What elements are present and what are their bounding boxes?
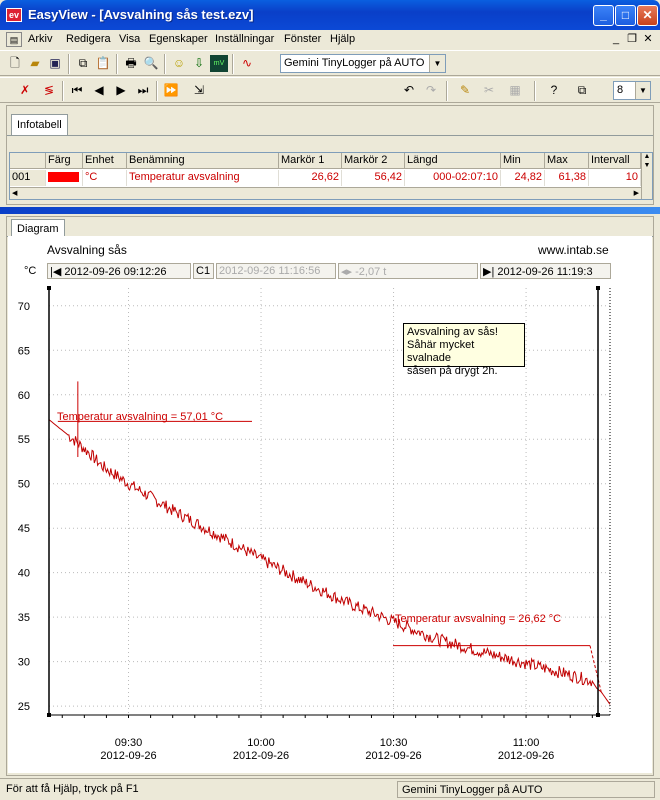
y-tick-label: 30 (18, 657, 30, 669)
note-line: Såhär mycket svalnade (407, 339, 475, 364)
cursor-handle (47, 286, 51, 290)
x-tick-label: 10:00 (247, 737, 275, 749)
status-help-text: För att få Hjälp, tryck på F1 (6, 783, 139, 795)
x-tick-date: 2012-09-26 (233, 750, 289, 762)
y-tick-label: 45 (18, 523, 30, 535)
y-tick-label: 70 (18, 301, 30, 313)
y-tick-label: 35 (18, 612, 30, 624)
x-tick-date: 2012-09-26 (365, 750, 421, 762)
marker2-label: Temperatur avsvalning = 26,62 °C (395, 613, 562, 625)
y-tick-label: 25 (18, 701, 30, 713)
note-line: Avsvalning av sås! (407, 326, 498, 338)
cursor-handle (596, 286, 600, 290)
y-tick-label: 65 (18, 345, 30, 357)
x-tick-date: 2012-09-26 (100, 750, 156, 762)
marker1-label: Temperatur avsvalning = 57,01 °C (57, 411, 224, 423)
annotation-note[interactable]: Avsvalning av sås! Såhär mycket svalnade… (403, 323, 525, 377)
y-tick-label: 50 (18, 479, 30, 491)
chart-svg: 2530354045505560657009:302012-09-2610:00… (18, 286, 611, 762)
x-tick-label: 10:30 (380, 737, 408, 749)
y-tick-label: 60 (18, 390, 30, 402)
x-tick-date: 2012-09-26 (498, 750, 554, 762)
status-bar: För att få Hjälp, tryck på F1 Gemini Tin… (0, 778, 660, 800)
cursor-handle (596, 713, 600, 717)
x-tick-label: 11:00 (513, 737, 540, 749)
y-tick-label: 40 (18, 568, 30, 580)
y-tick-label: 55 (18, 434, 30, 446)
x-tick-label: 09:30 (115, 737, 143, 749)
status-device: Gemini TinyLogger på AUTO (397, 781, 655, 798)
note-line: såsen på drygt 2h. (407, 365, 498, 377)
cursor-handle (47, 713, 51, 717)
